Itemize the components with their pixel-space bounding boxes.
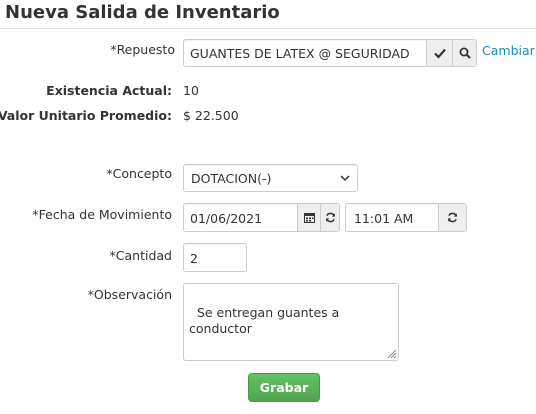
check-icon <box>433 48 446 59</box>
save-button[interactable]: Grabar <box>248 373 320 402</box>
fecha-label: *Fecha de Movimiento <box>32 207 172 222</box>
cantidad-label: *Cantidad <box>109 248 172 263</box>
confirm-repuesto-button[interactable] <box>426 40 452 66</box>
title-divider <box>0 28 536 29</box>
refresh-date-button[interactable] <box>320 204 339 231</box>
cantidad-value: 2 <box>190 251 198 266</box>
resize-grip-icon[interactable] <box>385 347 397 359</box>
page-title: Nueva Salida de Inventario <box>5 2 280 23</box>
fecha-date-value: 01/06/2021 <box>190 211 263 226</box>
chevron-down-icon <box>340 175 350 182</box>
refresh-time-button[interactable] <box>438 204 466 231</box>
observacion-textarea[interactable]: Se entregan guantes a conductor <box>183 283 399 361</box>
calendar-icon <box>303 213 315 223</box>
cantidad-input[interactable]: 2 <box>183 243 247 272</box>
search-icon <box>459 47 471 59</box>
concepto-label: *Concepto <box>106 166 172 181</box>
repuesto-field[interactable]: GUANTES DE LATEX @ SEGURIDAD <box>183 39 477 67</box>
calendar-button[interactable] <box>297 204 320 231</box>
valor-unitario-value: $ 22.500 <box>183 108 239 123</box>
concepto-select[interactable]: DOTACION(-) <box>183 164 358 192</box>
fecha-date-field[interactable]: 01/06/2021 <box>183 203 340 232</box>
fecha-time-value: 11:01 AM <box>354 211 414 226</box>
refresh-icon <box>325 212 335 223</box>
existencia-label: Existencia Actual: <box>46 83 172 98</box>
search-repuesto-button[interactable] <box>452 40 476 66</box>
observacion-value: Se entregan guantes a conductor <box>189 305 340 336</box>
repuesto-label: *Repuesto <box>110 42 175 57</box>
refresh-icon <box>448 212 457 223</box>
concepto-selected: DOTACION(-) <box>191 171 272 186</box>
valor-unitario-label: Valor Unitario Promedio: <box>0 108 172 123</box>
cambiar-link[interactable]: Cambiar <box>482 43 535 58</box>
repuesto-value: GUANTES DE LATEX @ SEGURIDAD <box>190 46 410 61</box>
fecha-time-field[interactable]: 11:01 AM <box>345 203 467 232</box>
observacion-label: *Observación <box>87 287 172 302</box>
existencia-value: 10 <box>183 83 199 98</box>
